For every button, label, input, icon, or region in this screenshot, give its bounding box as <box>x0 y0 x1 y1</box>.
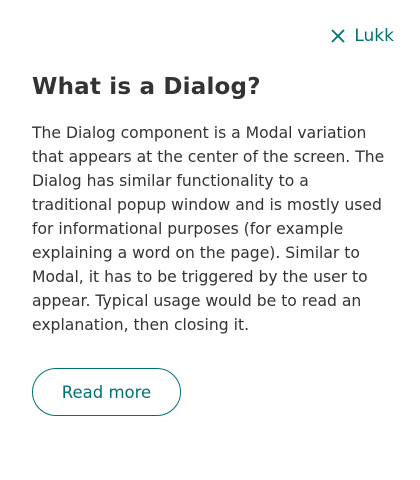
close-button[interactable]: Lukk <box>331 24 394 48</box>
dialog-body-text: The Dialog component is a Modal variatio… <box>32 124 385 334</box>
close-label: Lukk <box>354 26 394 46</box>
dialog-title: What is a Dialog? <box>32 74 261 100</box>
close-icon <box>331 29 345 43</box>
read-more-button[interactable]: Read more <box>32 368 181 416</box>
dialog: Lukk What is a Dialog? The Dialog compon… <box>0 0 420 480</box>
